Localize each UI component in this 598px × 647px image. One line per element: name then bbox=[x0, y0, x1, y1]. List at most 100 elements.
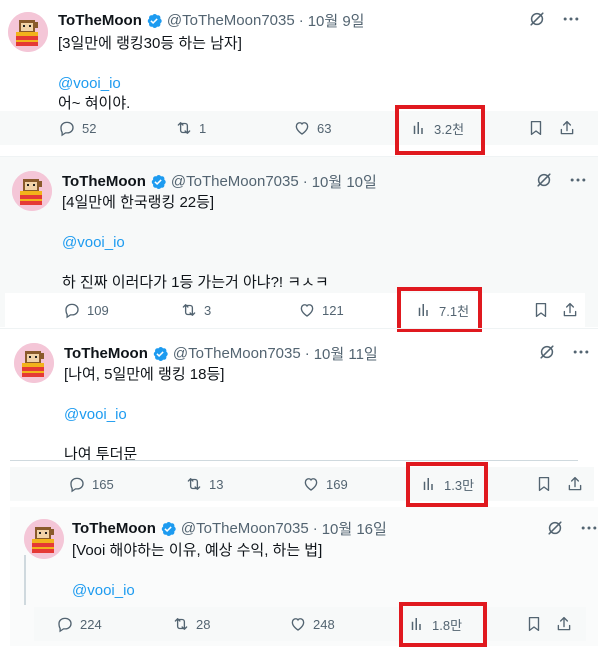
repost-button[interactable]: 3 bbox=[180, 293, 211, 327]
action-bar: 224 28 248 1.8만 bbox=[34, 607, 586, 641]
share-button[interactable] bbox=[558, 111, 576, 145]
tweet-date[interactable]: 10월 16일 bbox=[322, 518, 387, 539]
reply-button[interactable]: 109 bbox=[63, 293, 109, 327]
bookmark-icon bbox=[525, 615, 543, 633]
tweet-line-3: 하 진짜 이러다가 1등 가는거 아냐?! ㅋㅅㅋ bbox=[62, 274, 329, 291]
author-handle[interactable]: @ToTheMoon7035 bbox=[181, 520, 309, 537]
tweet-date[interactable]: 10월 10일 bbox=[312, 171, 377, 192]
mention-link[interactable]: @vooi_io bbox=[58, 74, 242, 94]
verified-badge-icon bbox=[159, 520, 177, 538]
action-bar: 165 13 169 1.3만 bbox=[10, 467, 594, 501]
repost-count: 3 bbox=[204, 302, 212, 318]
author-name[interactable]: ToTheMoon bbox=[72, 520, 156, 537]
like-button[interactable]: 121 bbox=[298, 293, 344, 327]
views-highlight-box bbox=[406, 462, 488, 507]
tweet-line-1: [나여, 5일만에 랭킹 18등] bbox=[64, 366, 225, 383]
more-icon[interactable] bbox=[571, 342, 591, 367]
mention-link[interactable]: @vooi_io bbox=[72, 581, 322, 601]
tweet-line-1: [4일만에 한국랭킹 22등] bbox=[62, 194, 215, 211]
like-count: 248 bbox=[313, 616, 335, 632]
views-highlight-box bbox=[399, 602, 487, 647]
share-button[interactable] bbox=[555, 607, 573, 641]
mention-link[interactable]: @vooi_io bbox=[62, 233, 329, 253]
repost-count: 28 bbox=[196, 616, 211, 632]
author-name[interactable]: ToTheMoon bbox=[58, 12, 142, 29]
separator-dot: · bbox=[302, 173, 308, 190]
bookmark-button[interactable] bbox=[527, 111, 545, 145]
separator-dot: · bbox=[312, 520, 318, 537]
more-icon[interactable] bbox=[579, 518, 598, 543]
verified-badge-icon bbox=[151, 345, 169, 363]
reply-button[interactable]: 165 bbox=[68, 467, 114, 501]
reply-button[interactable]: 224 bbox=[56, 607, 102, 641]
mention-link[interactable]: @vooi_io bbox=[64, 405, 224, 425]
bookmark-button[interactable] bbox=[525, 607, 543, 641]
tweet-line-1: [3일만에 랭킹30등 하는 남자] bbox=[58, 35, 242, 52]
repost-button[interactable]: 1 bbox=[175, 111, 206, 145]
repost-icon bbox=[172, 615, 190, 633]
tweet-text: [Vooi 해야하는 이유, 예상 수익, 하는 법] @vooi_io bbox=[72, 541, 322, 601]
share-button[interactable] bbox=[561, 293, 579, 327]
bookmark-icon bbox=[527, 119, 545, 137]
action-bar: 109 3 121 7.1천 bbox=[5, 293, 585, 327]
share-icon bbox=[561, 301, 579, 319]
avatar[interactable] bbox=[8, 12, 48, 52]
bookmark-icon bbox=[532, 301, 550, 319]
reply-count: 224 bbox=[80, 616, 102, 632]
heart-icon bbox=[298, 301, 316, 319]
author-handle[interactable]: @ToTheMoon7035 bbox=[167, 12, 295, 29]
tweet-1[interactable]: ToTheMoon @ToTheMoon7035 · 10월 9일 [3일만에 … bbox=[0, 0, 598, 155]
like-button[interactable]: 63 bbox=[293, 111, 331, 145]
divider bbox=[10, 460, 578, 461]
bookmark-button[interactable] bbox=[532, 293, 550, 327]
grok-icon[interactable] bbox=[527, 9, 547, 34]
tweet-4[interactable]: ToTheMoon @ToTheMoon7035 · 10월 16일 [Vooi… bbox=[0, 507, 598, 647]
avatar[interactable] bbox=[12, 171, 52, 211]
reply-icon bbox=[68, 475, 86, 493]
like-button[interactable]: 169 bbox=[302, 467, 348, 501]
tweet-text: [4일만에 한국랭킹 22등] @vooi_io 하 진짜 이러다가 1등 가는… bbox=[62, 193, 329, 293]
tweet-text: [나여, 5일만에 랭킹 18등] @vooi_io 나여 투더문 bbox=[64, 365, 224, 465]
verified-badge-icon bbox=[149, 173, 167, 191]
separator-dot: · bbox=[298, 12, 304, 29]
action-bar: 52 1 63 3.2천 bbox=[0, 111, 598, 145]
verified-badge-icon bbox=[145, 12, 163, 30]
author-name[interactable]: ToTheMoon bbox=[64, 345, 148, 362]
reply-icon bbox=[56, 615, 74, 633]
repost-button[interactable]: 13 bbox=[185, 467, 223, 501]
share-icon bbox=[566, 475, 584, 493]
reply-count: 165 bbox=[92, 476, 114, 492]
thread-line bbox=[24, 555, 26, 605]
author-handle[interactable]: @ToTheMoon7035 bbox=[171, 173, 299, 190]
views-highlight-box bbox=[395, 105, 485, 155]
reply-count: 52 bbox=[82, 120, 97, 136]
bookmark-button[interactable] bbox=[535, 467, 553, 501]
more-icon[interactable] bbox=[568, 170, 588, 195]
tweet-date[interactable]: 10월 11일 bbox=[314, 343, 378, 364]
bookmark-icon bbox=[535, 475, 553, 493]
tweet-2[interactable]: ToTheMoon @ToTheMoon7035 · 10월 10일 [4일만에… bbox=[0, 157, 598, 332]
grok-icon[interactable] bbox=[537, 342, 557, 367]
heart-icon bbox=[289, 615, 307, 633]
reply-button[interactable]: 52 bbox=[58, 111, 96, 145]
share-icon bbox=[555, 615, 573, 633]
tweet-date[interactable]: 10월 9일 bbox=[308, 10, 365, 31]
like-button[interactable]: 248 bbox=[289, 607, 335, 641]
tweet-3[interactable]: ToTheMoon @ToTheMoon7035 · 10월 11일 [나여, … bbox=[0, 329, 598, 507]
avatar[interactable] bbox=[14, 343, 54, 383]
repost-button[interactable]: 28 bbox=[172, 607, 210, 641]
share-button[interactable] bbox=[566, 467, 584, 501]
repost-count: 13 bbox=[209, 476, 224, 492]
like-count: 169 bbox=[326, 476, 348, 492]
grok-icon[interactable] bbox=[534, 170, 554, 195]
reply-icon bbox=[58, 119, 76, 137]
author-name[interactable]: ToTheMoon bbox=[62, 173, 146, 190]
grok-icon[interactable] bbox=[545, 518, 565, 543]
separator-dot: · bbox=[304, 345, 310, 362]
author-handle[interactable]: @ToTheMoon7035 bbox=[173, 345, 301, 362]
more-icon[interactable] bbox=[561, 9, 581, 34]
repost-icon bbox=[175, 119, 193, 137]
views-highlight-box bbox=[397, 287, 482, 332]
avatar[interactable] bbox=[24, 519, 64, 559]
repost-count: 1 bbox=[199, 120, 207, 136]
